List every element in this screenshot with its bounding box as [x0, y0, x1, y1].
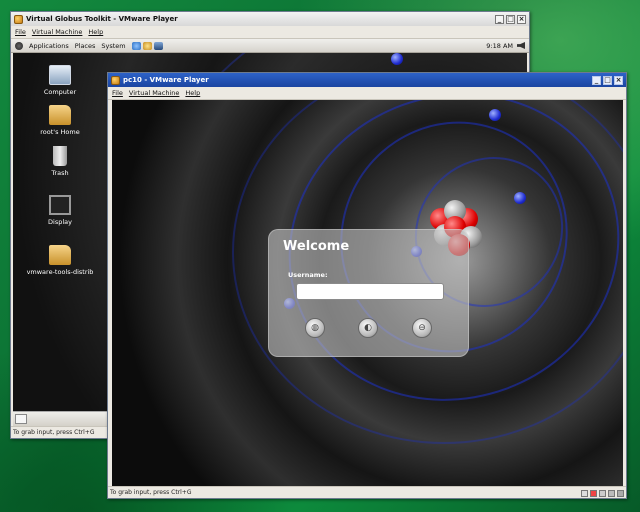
- session-icon[interactable]: ◐: [358, 318, 378, 338]
- menu-file[interactable]: File: [15, 28, 26, 36]
- username-label: Username:: [288, 271, 328, 279]
- language-icon[interactable]: ◍: [305, 318, 325, 338]
- desktop-icon-vmware-tools[interactable]: vmware-tools-distrib: [25, 245, 95, 276]
- maximize-button[interactable]: □: [603, 75, 612, 85]
- folder-icon: [49, 245, 71, 265]
- trash-icon: [53, 146, 67, 166]
- window-titlebar[interactable]: pc10 - VMware Player _ □ ×: [108, 73, 626, 87]
- floppy-icon[interactable]: [608, 490, 615, 497]
- electron-sphere: [514, 192, 526, 204]
- close-button[interactable]: ×: [517, 14, 526, 24]
- home-folder-icon: [49, 105, 71, 125]
- menubar: File Virtual Machine Help: [108, 87, 626, 100]
- vmware-window-pc10: pc10 - VMware Player _ □ × File Virtual …: [107, 72, 627, 499]
- cdrom-icon[interactable]: [599, 490, 606, 497]
- status-text: To grab input, press Ctrl+G: [110, 489, 192, 496]
- show-desktop-button[interactable]: [15, 414, 27, 424]
- vmware-app-icon: [111, 75, 120, 85]
- desktop-icon-home[interactable]: root's Home: [25, 105, 95, 136]
- menu-help[interactable]: Help: [88, 28, 103, 36]
- clock[interactable]: 9:18 AM: [486, 42, 513, 50]
- network-icon[interactable]: [581, 490, 588, 497]
- gnome-foot-icon[interactable]: [15, 41, 23, 50]
- desktop-icon-computer[interactable]: Computer: [25, 65, 95, 96]
- shutdown-icon[interactable]: ⊖: [412, 318, 432, 338]
- guest-login-screen[interactable]: Welcome Username: ◍ ◐ ⊖: [112, 100, 623, 486]
- minimize-button[interactable]: _: [592, 75, 601, 85]
- vmware-app-icon: [14, 14, 23, 24]
- status-bar: To grab input, press Ctrl+G: [108, 486, 626, 498]
- username-input[interactable]: [296, 283, 444, 300]
- close-button[interactable]: ×: [614, 75, 623, 85]
- gnome-top-panel: Applications Places System 9:18 AM: [11, 39, 529, 53]
- sound-icon[interactable]: [617, 490, 624, 497]
- web-browser-launcher-icon[interactable]: [131, 41, 141, 50]
- menu-system[interactable]: System: [101, 42, 125, 50]
- computer-icon: [49, 65, 71, 85]
- menu-help[interactable]: Help: [185, 89, 200, 97]
- window-title: Virtual Globus Toolkit - VMware Player: [26, 15, 178, 23]
- login-dialog: Welcome Username: ◍ ◐ ⊖: [268, 229, 469, 357]
- menu-places[interactable]: Places: [75, 42, 96, 50]
- login-title: Welcome: [283, 239, 350, 254]
- menubar: File Virtual Machine Help: [11, 26, 529, 39]
- desktop-icon-label: root's Home: [40, 128, 80, 136]
- usb-icon[interactable]: [590, 490, 597, 497]
- menu-file[interactable]: File: [112, 89, 123, 97]
- desktop-icon-label: vmware-tools-distrib: [26, 268, 94, 276]
- volume-icon[interactable]: [517, 42, 525, 49]
- electron-sphere: [489, 109, 501, 121]
- electron-sphere: [391, 53, 403, 65]
- maximize-button[interactable]: □: [506, 14, 515, 24]
- window-title: pc10 - VMware Player: [123, 76, 209, 84]
- minimize-button[interactable]: _: [495, 14, 504, 24]
- terminal-launcher-icon[interactable]: [153, 41, 163, 50]
- desktop-icon-display[interactable]: Display: [25, 195, 95, 226]
- window-titlebar[interactable]: Virtual Globus Toolkit - VMware Player _…: [11, 12, 529, 26]
- menu-applications[interactable]: Applications: [29, 42, 69, 50]
- desktop-icon-trash[interactable]: Trash: [25, 146, 95, 177]
- menu-virtual-machine[interactable]: Virtual Machine: [129, 89, 180, 97]
- desktop-icon-label: Trash: [51, 169, 69, 177]
- desktop-icon-label: Display: [48, 218, 72, 226]
- email-launcher-icon[interactable]: [142, 41, 152, 50]
- status-text: To grab input, press Ctrl+G: [13, 429, 95, 436]
- desktop-icon-label: Computer: [43, 88, 77, 96]
- display-icon: [49, 195, 71, 215]
- menu-virtual-machine[interactable]: Virtual Machine: [32, 28, 83, 36]
